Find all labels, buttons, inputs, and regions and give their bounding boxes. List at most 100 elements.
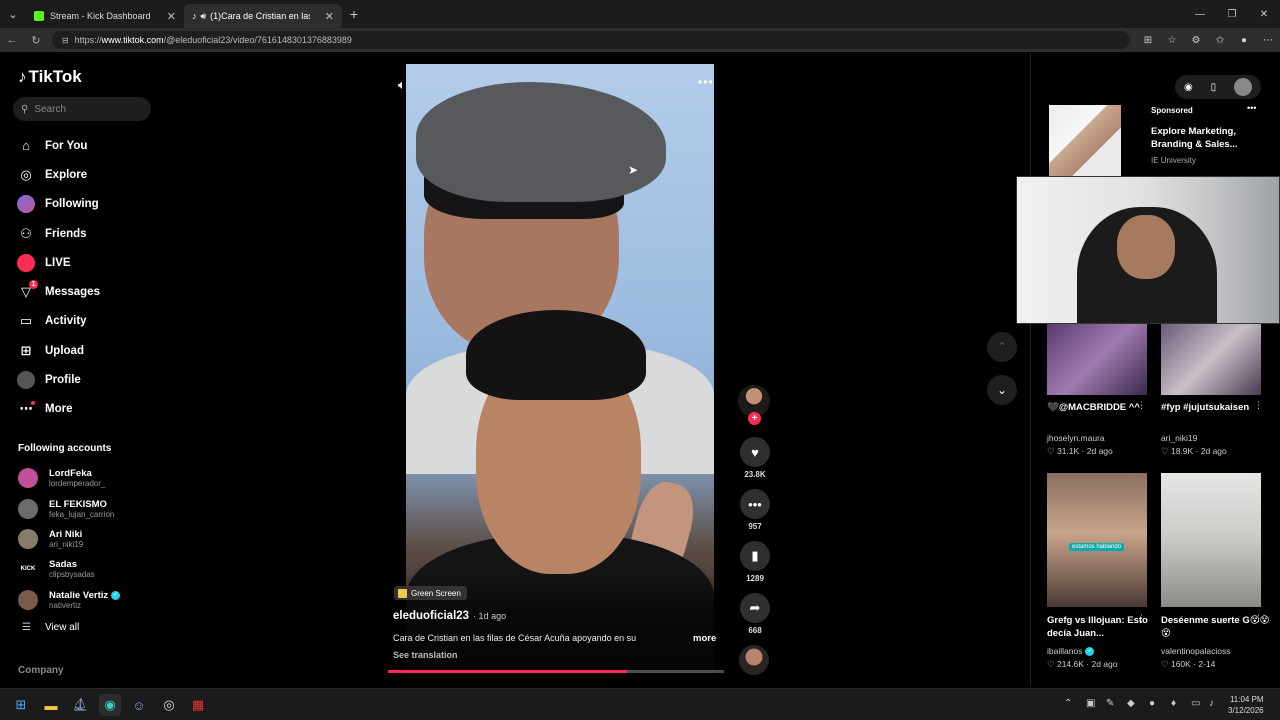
tray-app-icon[interactable]: ✎	[1106, 698, 1114, 709]
sponsored-thumbnail[interactable]	[1049, 105, 1121, 177]
network-icon[interactable]: ▭	[1191, 698, 1200, 709]
main-nav: ⌂ For You ◎ Explore Following ⚇ Friends LIV…	[17, 131, 100, 424]
follow-plus-icon[interactable]: +	[748, 412, 761, 425]
thumbnail-stats: ♡ 31.1K · 2d ago	[1047, 446, 1113, 456]
account-avatar	[18, 468, 38, 489]
tab-close-icon[interactable]: ✕	[167, 10, 176, 23]
user-avatar[interactable]	[1234, 78, 1253, 96]
tab-kick-dashboard[interactable]: Stream - Kick Dashboard ✕	[26, 4, 184, 28]
nav-more[interactable]: ⋯ More	[17, 395, 100, 424]
view-all-link[interactable]: ☰ View all	[22, 622, 79, 633]
file-explorer-icon[interactable]: ▬	[40, 694, 62, 716]
tab-audio-icon[interactable]: 🔊︎	[201, 11, 207, 22]
volume-icon[interactable]: 🔈︎	[398, 77, 406, 93]
windows-start-icon[interactable]: ⊞	[10, 694, 32, 716]
video-thumbnail[interactable]	[1047, 324, 1147, 395]
video-author[interactable]: eleduoficial23 · 1d ago	[393, 610, 506, 622]
extensions-icon[interactable]: ⚙	[1184, 35, 1208, 46]
app-available-icon[interactable]: ⊞	[1136, 35, 1160, 46]
tab-actions-chevron-icon[interactable]: ⌄	[0, 3, 26, 25]
following-account[interactable]: Ari Niki ari_niki19	[18, 524, 120, 554]
share-button[interactable]: ➦ 668	[737, 593, 773, 635]
sponsored-title[interactable]: Explore Marketing, Branding & Sales...	[1151, 125, 1251, 151]
video-more-icon[interactable]: •••	[698, 75, 714, 89]
nav-upload[interactable]: ⊞ Upload	[17, 336, 100, 365]
nav-following[interactable]: Following	[17, 190, 100, 219]
tiktok-logo[interactable]: ♪ TikTok	[18, 67, 82, 87]
device-icon[interactable]: ▯	[1211, 82, 1217, 93]
following-account[interactable]: KICK Sadas clipsbysadas	[18, 554, 120, 584]
tag-label: Green Screen	[411, 588, 461, 598]
site-info-icon[interactable]: ⊟	[62, 36, 69, 45]
account-name: EL FEKISMO	[49, 498, 107, 510]
next-video-icon[interactable]: ⌄	[987, 375, 1017, 405]
thumbnail-more-icon[interactable]: ⋮	[1254, 613, 1263, 624]
caption-more-button[interactable]: more	[693, 633, 716, 644]
account-avatar	[18, 498, 38, 519]
coin-icon[interactable]: ◉	[1184, 82, 1193, 93]
thumbnail-more-icon[interactable]: ⋮	[1137, 613, 1146, 624]
tray-app-icon[interactable]: ◆	[1127, 698, 1135, 709]
refresh-icon[interactable]: ↻	[24, 34, 48, 47]
nav-profile[interactable]: Profile	[17, 365, 100, 394]
comment-count: 957	[748, 522, 762, 531]
url-scheme: https://	[74, 35, 102, 45]
discord-icon[interactable]: ☺	[128, 694, 150, 716]
thumbnail-more-icon[interactable]: ⋮	[1137, 400, 1146, 411]
microphone-icon[interactable]: ♦	[1171, 698, 1176, 709]
tray-chevron-icon[interactable]: ⌃	[1064, 698, 1072, 709]
back-icon[interactable]: ←	[0, 34, 24, 46]
see-translation-link[interactable]: See translation	[393, 650, 458, 660]
save-button[interactable]: ▮ 1289	[737, 541, 773, 583]
app-icon[interactable]: ▦	[187, 694, 209, 716]
edge-browser-icon[interactable]: ◉	[99, 694, 121, 716]
nav-activity[interactable]: ▭ Activity	[17, 307, 100, 336]
previous-video-icon[interactable]: ⌃	[987, 332, 1017, 362]
nav-friends[interactable]: ⚇ Friends	[17, 219, 100, 248]
nav-for-you[interactable]: ⌂ For You	[17, 131, 100, 160]
search-icon: ⚲	[21, 103, 29, 115]
close-window-icon[interactable]: ✕	[1248, 9, 1280, 20]
video-thumbnail[interactable]	[1161, 324, 1261, 395]
nav-messages[interactable]: ▽ 1 Messages	[17, 277, 100, 306]
nav-label: Friends	[45, 227, 87, 240]
minimize-icon[interactable]: —	[1184, 9, 1216, 20]
tab-close-icon[interactable]: ✕	[325, 10, 334, 23]
browser-menu-icon[interactable]: ⋯	[1256, 35, 1280, 46]
thumbnail-user[interactable]: valentinopalacioss	[1161, 646, 1230, 656]
volume-tray-icon[interactable]: ♪	[1209, 698, 1214, 709]
video-thumbnail[interactable]	[1161, 473, 1261, 607]
sponsored-more-icon[interactable]: •••	[1247, 103, 1256, 113]
thumbnail-user-row[interactable]: ibaillanos ✓	[1047, 646, 1095, 656]
company-link[interactable]: Company	[18, 665, 64, 676]
search-input[interactable]: ⚲ Search	[13, 97, 151, 121]
nav-explore[interactable]: ◎ Explore	[17, 160, 100, 189]
following-account[interactable]: Natalie Vertiz ✓ nativertiz	[18, 585, 121, 615]
sound-avatar[interactable]	[739, 645, 769, 675]
thumbnail-user[interactable]: ari_niki19	[1161, 433, 1197, 443]
tray-app-icon[interactable]: ●	[1149, 698, 1155, 709]
like-button[interactable]: ♥ 23.8K	[737, 437, 773, 479]
video-progress-bar[interactable]	[388, 670, 724, 673]
url-field[interactable]: ⊟ https://www.tiktok.com/@eleduoficial23…	[51, 31, 1130, 49]
following-account[interactable]: LordFeka lordemperador_	[18, 463, 120, 493]
nav-label: For You	[45, 139, 88, 152]
steam-icon[interactable]: ⛵︎	[69, 694, 91, 716]
new-tab-button[interactable]: +	[342, 6, 366, 22]
green-screen-tag[interactable]: Green Screen	[394, 586, 467, 600]
profile-icon[interactable]: ●	[1232, 35, 1256, 46]
thumbnail-user[interactable]: jhoselyn.maura	[1047, 433, 1105, 443]
restore-icon[interactable]: ❐	[1216, 9, 1248, 20]
favorite-star-icon[interactable]: ☆	[1160, 35, 1184, 46]
thumbnail-more-icon[interactable]: ⋮	[1254, 400, 1263, 411]
taskbar-clock[interactable]: 11:04 PM 3/12/2026	[1228, 694, 1264, 716]
favorites-icon[interactable]: ✩	[1208, 35, 1232, 46]
obs-icon[interactable]: ◎	[158, 694, 180, 716]
comment-button[interactable]: ••• 957	[737, 489, 773, 531]
nav-live[interactable]: LIVE	[17, 248, 100, 277]
share-count: 668	[748, 626, 762, 635]
following-account[interactable]: EL FEKISMO feka_lujan_carrion	[18, 493, 120, 523]
tab-tiktok-video[interactable]: ♪ 🔊︎ (1)Cara de Cristian en las filas ✕	[184, 4, 342, 28]
tray-app-icon[interactable]: ▣	[1086, 698, 1095, 709]
video-thumbnail[interactable]: estamos hablando	[1047, 473, 1147, 607]
